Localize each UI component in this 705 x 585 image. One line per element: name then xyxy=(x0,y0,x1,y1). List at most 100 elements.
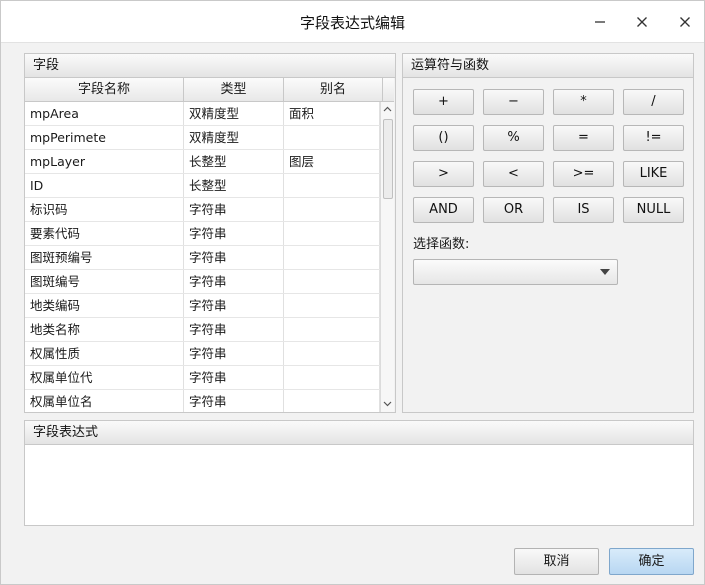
cell-field-alias xyxy=(284,174,380,197)
operator-greater-equal-button[interactable]: >= xyxy=(553,161,614,187)
cell-field-type: 字符串 xyxy=(184,270,284,293)
operator-and-button[interactable]: AND xyxy=(413,197,474,223)
cell-field-type: 字符串 xyxy=(184,198,284,221)
cell-field-alias xyxy=(284,318,380,341)
scroll-down-button[interactable] xyxy=(381,398,394,410)
column-header-alias[interactable]: 别名 xyxy=(284,78,383,101)
operator-like-button[interactable]: LIKE xyxy=(623,161,684,187)
cell-field-alias xyxy=(284,126,380,149)
function-label: 选择函数: xyxy=(413,237,470,252)
close-icon xyxy=(680,17,690,27)
table-row[interactable]: 要素代码 字符串 xyxy=(25,222,380,246)
cell-field-name: 权属性质 xyxy=(25,342,184,365)
table-row[interactable]: 图斑预编号 字符串 xyxy=(25,246,380,270)
cell-field-type: 长整型 xyxy=(184,150,284,173)
table-row[interactable]: mpArea 双精度型 面积 xyxy=(25,102,380,126)
function-select[interactable] xyxy=(413,259,618,285)
cell-field-alias: 面积 xyxy=(284,102,380,125)
cell-field-name: 图斑预编号 xyxy=(25,246,184,269)
operator-equals-button[interactable]: = xyxy=(553,125,614,151)
expression-textarea[interactable] xyxy=(25,445,693,525)
cell-field-alias xyxy=(284,294,380,317)
cell-field-type: 字符串 xyxy=(184,246,284,269)
cell-field-alias xyxy=(284,390,380,412)
column-header-name[interactable]: 字段名称 xyxy=(25,78,184,101)
table-header: 字段名称 类型 别名 xyxy=(25,78,394,102)
cell-field-alias: 图层 xyxy=(284,150,380,173)
table-row[interactable]: mpLayer 长整型 图层 xyxy=(25,150,380,174)
close-button[interactable] xyxy=(672,9,698,35)
scroll-thumb[interactable] xyxy=(383,119,393,199)
chevron-down-icon xyxy=(383,401,392,407)
maximize-button[interactable] xyxy=(629,9,655,35)
expression-panel-header: 字段表达式 xyxy=(25,421,693,445)
cell-field-alias xyxy=(284,342,380,365)
cell-field-name: 权属单位名 xyxy=(25,390,184,412)
scroll-up-button[interactable] xyxy=(381,103,394,115)
cell-field-name: 地类名称 xyxy=(25,318,184,341)
operator-null-button[interactable]: NULL xyxy=(623,197,684,223)
dialog-window: 字段表达式编辑 字段 字段名称 类型 别名 mpArea 双精度型 面积 mpPeri… xyxy=(0,0,705,585)
operator-less-than-button[interactable]: < xyxy=(483,161,544,187)
table-row[interactable]: 权属性质 字符串 xyxy=(25,342,380,366)
cell-field-type: 长整型 xyxy=(184,174,284,197)
cell-field-type: 双精度型 xyxy=(184,126,284,149)
cell-field-name: ID xyxy=(25,174,184,197)
cancel-button[interactable]: 取消 xyxy=(514,548,599,575)
close-x-icon xyxy=(637,17,647,27)
column-header-type[interactable]: 类型 xyxy=(184,78,284,101)
cell-field-type: 字符串 xyxy=(184,222,284,245)
cell-field-type: 字符串 xyxy=(184,294,284,317)
operators-panel-header: 运算符与函数 xyxy=(403,54,693,78)
minimize-button[interactable] xyxy=(587,9,613,35)
table-scrollbar[interactable] xyxy=(380,102,394,412)
table-row[interactable]: 权属单位代 字符串 xyxy=(25,366,380,390)
minimize-icon xyxy=(595,21,605,23)
operator-parentheses-button[interactable]: () xyxy=(413,125,474,151)
operator-multiply-button[interactable]: * xyxy=(553,89,614,115)
expression-panel: 字段表达式 xyxy=(24,420,694,526)
operator-or-button[interactable]: OR xyxy=(483,197,544,223)
cell-field-alias xyxy=(284,198,380,221)
operator-plus-button[interactable]: + xyxy=(413,89,474,115)
operator-not-equals-button[interactable]: != xyxy=(623,125,684,151)
cell-field-type: 字符串 xyxy=(184,318,284,341)
title-bar: 字段表达式编辑 xyxy=(1,1,704,43)
dropdown-arrow-icon xyxy=(600,269,610,275)
operator-modulo-button[interactable]: % xyxy=(483,125,544,151)
table-row[interactable]: 权属单位名 字符串 xyxy=(25,390,380,412)
cell-field-name: 权属单位代 xyxy=(25,366,184,389)
cell-field-name: 要素代码 xyxy=(25,222,184,245)
cell-field-type: 双精度型 xyxy=(184,102,284,125)
operator-divide-button[interactable]: / xyxy=(623,89,684,115)
cell-field-type: 字符串 xyxy=(184,390,284,412)
operators-panel: 运算符与函数 + − * / ()% = != > < >= LIKE AND OR IS NULL 选择函… xyxy=(402,53,694,413)
operator-is-button[interactable]: IS xyxy=(553,197,614,223)
cell-field-alias xyxy=(284,246,380,269)
operator-greater-than-button[interactable]: > xyxy=(413,161,474,187)
fields-panel-header: 字段 xyxy=(25,54,395,78)
table-body: mpArea 双精度型 面积 mpPerimete 双精度型 mpLayer 长整型 图层 ID… xyxy=(25,102,380,412)
fields-panel: 字段 字段名称 类型 别名 mpArea 双精度型 面积 mpPerimete 双精度型… xyxy=(24,53,396,413)
cell-field-alias xyxy=(284,270,380,293)
table-row[interactable]: 地类编码 字符串 xyxy=(25,294,380,318)
table-row[interactable]: 图斑编号 字符串 xyxy=(25,270,380,294)
cell-field-name: 标识码 xyxy=(25,198,184,221)
operator-minus-button[interactable]: − xyxy=(483,89,544,115)
chevron-up-icon xyxy=(383,106,392,112)
cell-field-type: 字符串 xyxy=(184,342,284,365)
cell-field-name: mpArea xyxy=(25,102,184,125)
cell-field-alias xyxy=(284,366,380,389)
ok-button[interactable]: 确定 xyxy=(609,548,694,575)
table-row[interactable]: 地类名称 字符串 xyxy=(25,318,380,342)
table-row[interactable]: mpPerimete 双精度型 xyxy=(25,126,380,150)
column-header-filler xyxy=(383,78,394,101)
fields-table: 字段名称 类型 别名 mpArea 双精度型 面积 mpPerimete 双精度型 mpL… xyxy=(25,78,394,412)
cell-field-name: mpLayer xyxy=(25,150,184,173)
table-row[interactable]: 标识码 字符串 xyxy=(25,198,380,222)
cell-field-name: 地类编码 xyxy=(25,294,184,317)
table-row[interactable]: ID 长整型 xyxy=(25,174,380,198)
cell-field-alias xyxy=(284,222,380,245)
cell-field-name: mpPerimete xyxy=(25,126,184,149)
cell-field-name: 图斑编号 xyxy=(25,270,184,293)
